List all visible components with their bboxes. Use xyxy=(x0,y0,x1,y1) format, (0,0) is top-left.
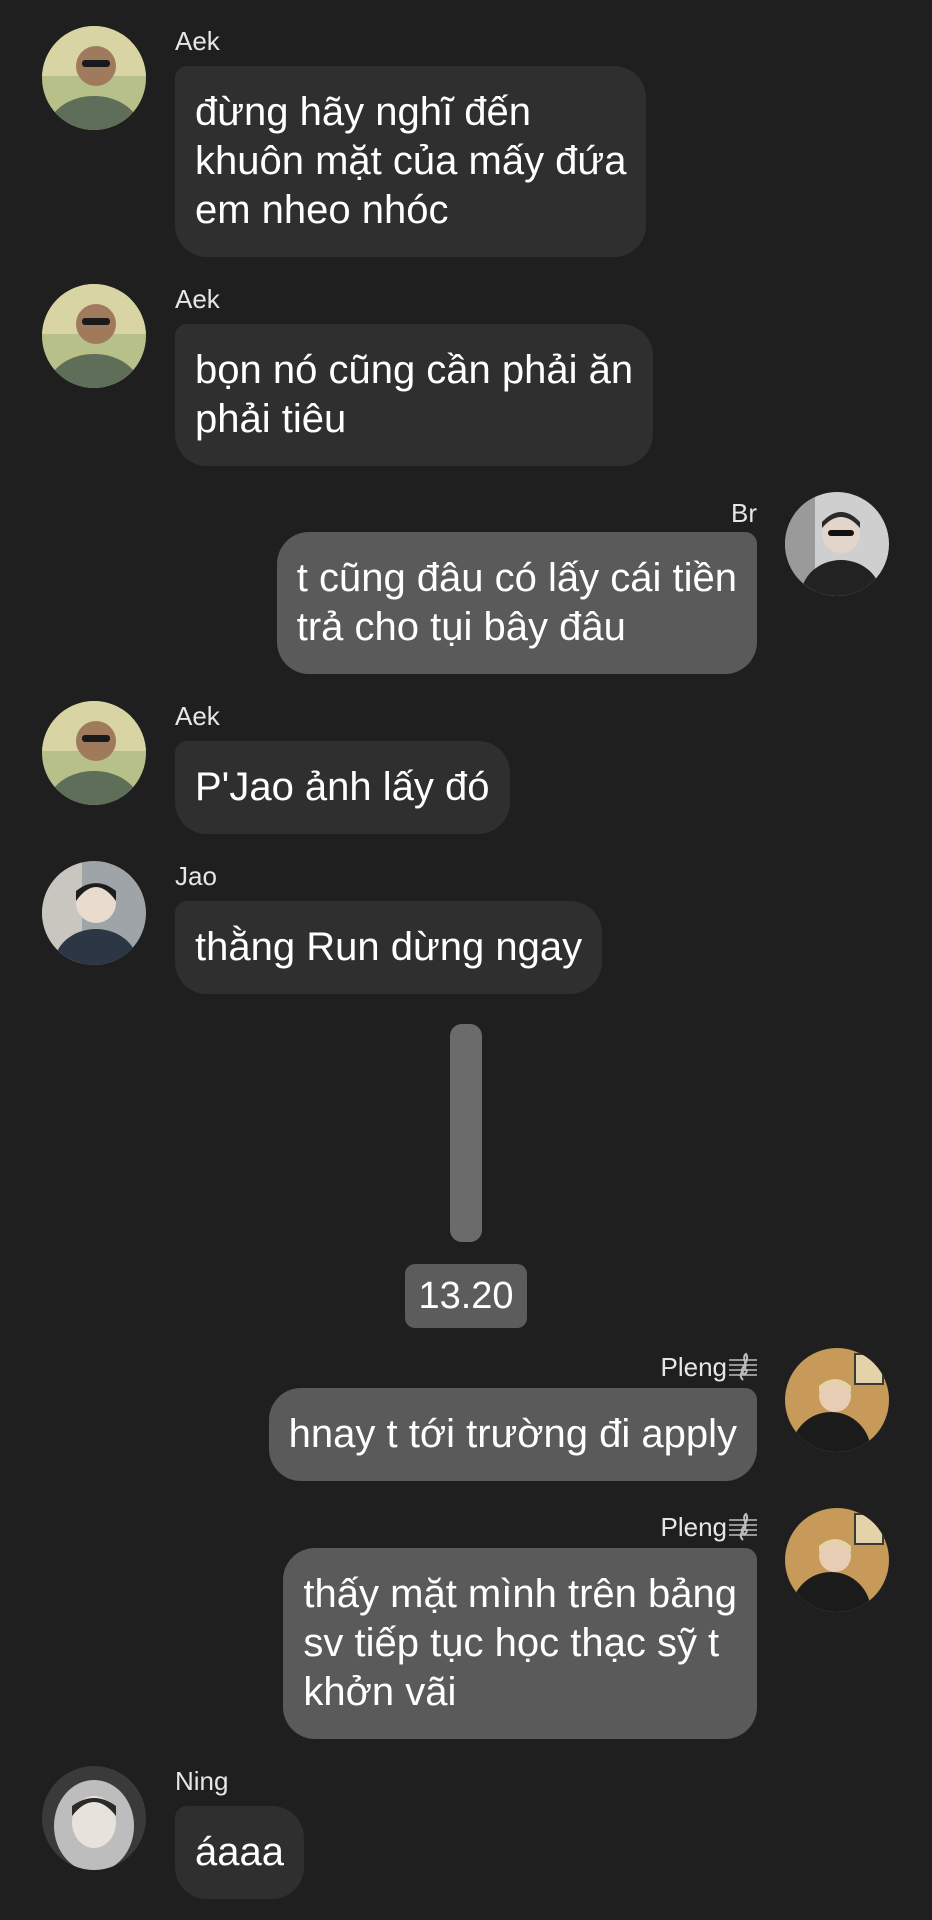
message-text: áaaa xyxy=(195,1830,284,1874)
sender-name: Ning xyxy=(175,1766,229,1796)
avatar-aek[interactable] xyxy=(42,26,146,130)
message-text: đừng hãy nghĩ đến xyxy=(195,90,531,134)
message-bubble[interactable]: thấy mặt mình trên bảng sv tiếp tục học … xyxy=(283,1548,757,1739)
sender-name: Pleng xyxy=(660,1512,757,1543)
sender-name: Jao xyxy=(175,861,217,891)
message-bubble[interactable]: bọn nó cũng cần phải ăn phải tiêu xyxy=(175,324,654,466)
message-bubble[interactable]: áaaa xyxy=(175,1806,304,1899)
message-bubble[interactable]: hnay t tới trường đi apply xyxy=(268,1388,757,1481)
avatar-ning[interactable] xyxy=(42,1766,146,1870)
message-text: bọn nó cũng cần phải ăn xyxy=(195,348,634,392)
scroll-thumb[interactable] xyxy=(450,1024,482,1242)
avatar-aek[interactable] xyxy=(42,701,146,805)
music-note-icon xyxy=(729,1352,757,1381)
message-text: trả cho tụi bây đâu xyxy=(296,605,626,649)
avatar-pleng[interactable] xyxy=(785,1348,889,1452)
message-text: hnay t tới trường đi apply xyxy=(288,1412,737,1456)
sender-label: Pleng xyxy=(660,1512,728,1542)
sender-name: Pleng xyxy=(660,1352,757,1383)
sender-name: Aek xyxy=(175,284,220,314)
message-text: sv tiếp tục học thạc sỹ t xyxy=(303,1621,720,1665)
message-bubble[interactable]: đừng hãy nghĩ đến khuôn mặt của mấy đứa … xyxy=(175,66,647,257)
music-note-icon xyxy=(729,1512,757,1541)
avatar-pleng[interactable] xyxy=(785,1508,889,1612)
time-divider: 13.20 xyxy=(405,1264,527,1328)
message-bubble[interactable]: P'Jao ảnh lấy đó xyxy=(175,741,510,834)
avatar-aek[interactable] xyxy=(42,284,146,388)
message-bubble[interactable]: t cũng đâu có lấy cái tiền trả cho tụi b… xyxy=(276,532,757,674)
message-text: phải tiêu xyxy=(195,397,347,441)
message-text: P'Jao ảnh lấy đó xyxy=(195,765,490,809)
message-text: thấy mặt mình trên bảng xyxy=(303,1572,737,1616)
sender-name: Aek xyxy=(175,701,220,731)
avatar-jao[interactable] xyxy=(42,861,146,965)
message-text: thằng Run dừng ngay xyxy=(195,925,583,969)
sender-label: Pleng xyxy=(660,1352,728,1382)
avatar-br[interactable] xyxy=(785,492,889,596)
sender-name: Aek xyxy=(175,26,220,56)
message-text: em nheo nhóc xyxy=(195,188,449,232)
message-text: t cũng đâu có lấy cái tiền xyxy=(296,556,737,600)
message-text: khuôn mặt của mấy đứa xyxy=(195,139,627,183)
sender-name: Br xyxy=(731,498,757,528)
message-text: khởn vãi xyxy=(303,1670,457,1714)
message-bubble[interactable]: thằng Run dừng ngay xyxy=(175,901,603,994)
